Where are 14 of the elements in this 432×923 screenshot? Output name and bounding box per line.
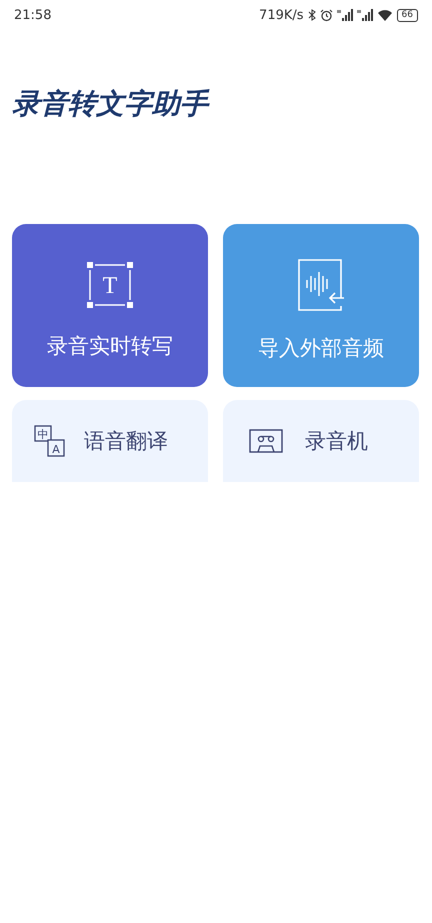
feature-card[interactable]: T 录音实时转写 <box>12 224 208 387</box>
feature-card[interactable]: 中 A 语音翻译 <box>12 400 208 482</box>
feature-card[interactable]: 录音机 <box>223 400 419 482</box>
signal-icon <box>336 9 353 21</box>
app-title: 录音转文字助手 <box>12 86 211 122</box>
audio-file-icon <box>297 258 345 312</box>
bluetooth-icon <box>308 9 316 21</box>
cassette-icon <box>249 429 283 453</box>
battery-icon: 66 <box>396 8 418 22</box>
network-speed: 719K/s <box>259 8 304 22</box>
signal-icon <box>356 9 373 21</box>
wifi-icon <box>376 9 393 21</box>
alarm-icon <box>320 8 333 22</box>
status-time: 21:58 <box>14 8 52 22</box>
